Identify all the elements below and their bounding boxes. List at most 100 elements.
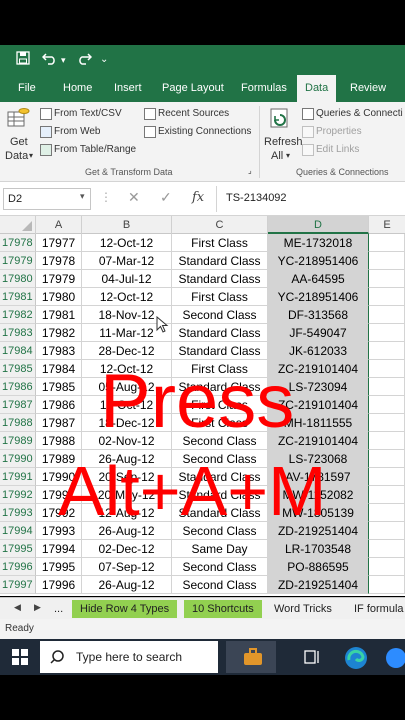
zoom-app-icon[interactable] — [386, 648, 405, 668]
windows-start-icon[interactable] — [12, 649, 28, 670]
row-header[interactable]: 17990 — [0, 450, 36, 468]
dialog-launcher-icon[interactable]: ⌟ — [248, 166, 252, 175]
cell-c[interactable]: Standard Class — [172, 252, 268, 270]
name-box[interactable]: D2 — [3, 188, 91, 210]
enter-icon[interactable]: ✓ — [160, 189, 172, 206]
cell-a[interactable]: 17988 — [36, 432, 82, 450]
edit-links-button[interactable]: Edit Links — [316, 144, 359, 155]
cell-c[interactable]: First Class — [172, 288, 268, 306]
row-header[interactable]: 17989 — [0, 432, 36, 450]
cell-e[interactable] — [369, 558, 405, 576]
sheet-tab-word-tricks[interactable]: Word Tricks — [266, 600, 340, 618]
cell-e[interactable] — [369, 450, 405, 468]
cell-a[interactable]: 17984 — [36, 360, 82, 378]
cell-e[interactable] — [369, 234, 405, 252]
sheet-tab-if-formula[interactable]: IF formula — [346, 600, 405, 618]
cell-e[interactable] — [369, 414, 405, 432]
cell-c[interactable]: Second Class — [172, 558, 268, 576]
cell-c[interactable]: Second Class — [172, 576, 268, 594]
cell-d[interactable]: YC-218951406 — [268, 252, 369, 270]
insert-function-icon[interactable]: fx — [192, 190, 204, 205]
cell-a[interactable]: 17977 — [36, 234, 82, 252]
row-header[interactable]: 17978 — [0, 234, 36, 252]
tab-data[interactable]: Data — [297, 75, 337, 102]
cell-e[interactable] — [369, 270, 405, 288]
cell-d[interactable]: ME-1732018 — [268, 234, 369, 252]
cell-a[interactable]: 17980 — [36, 288, 82, 306]
refresh-all-icon[interactable] — [268, 106, 292, 135]
get-data-dropdown-icon[interactable]: ▾ — [29, 151, 33, 160]
cell-b[interactable]: 26-Aug-12 — [82, 576, 172, 594]
cell-d[interactable]: DF-313568 — [268, 306, 369, 324]
cell-a[interactable]: 17981 — [36, 306, 82, 324]
cell-c[interactable]: First Class — [172, 234, 268, 252]
cell-a[interactable]: 17985 — [36, 378, 82, 396]
cell-a[interactable]: 17995 — [36, 558, 82, 576]
cell-d[interactable]: ZD-219251404 — [268, 576, 369, 594]
cell-b[interactable]: 02-Dec-12 — [82, 540, 172, 558]
cell-d[interactable]: AA-64595 — [268, 270, 369, 288]
cell-e[interactable] — [369, 360, 405, 378]
taskbar-app-slot[interactable] — [226, 641, 276, 673]
cell-b[interactable]: 12-Oct-12 — [82, 234, 172, 252]
task-view-icon[interactable] — [304, 649, 320, 670]
select-all-corner[interactable] — [0, 216, 36, 234]
row-header[interactable]: 17986 — [0, 378, 36, 396]
redo-icon[interactable] — [76, 51, 93, 69]
get-data-label[interactable]: Data — [5, 150, 28, 162]
properties-button[interactable]: Properties — [316, 126, 362, 137]
from-table-range-button[interactable]: From Table/Range — [54, 144, 136, 155]
cell-e[interactable] — [369, 378, 405, 396]
column-header-c[interactable]: C — [172, 216, 268, 234]
column-header-b[interactable]: B — [82, 216, 172, 234]
cell-d[interactable]: PO-886595 — [268, 558, 369, 576]
formula-input[interactable]: TS-2134092 — [226, 192, 287, 204]
tab-home[interactable]: Home — [63, 75, 92, 102]
row-header[interactable]: 17979 — [0, 252, 36, 270]
cell-e[interactable] — [369, 504, 405, 522]
row-header[interactable]: 17993 — [0, 504, 36, 522]
cell-a[interactable]: 17982 — [36, 324, 82, 342]
cell-c[interactable]: Standard Class — [172, 342, 268, 360]
cell-e[interactable] — [369, 522, 405, 540]
cell-e[interactable] — [369, 432, 405, 450]
row-header[interactable]: 17992 — [0, 486, 36, 504]
cell-c[interactable]: Standard Class — [172, 270, 268, 288]
sheet-tab-10-shortcuts[interactable]: 10 Shortcuts — [184, 600, 262, 618]
cell-e[interactable] — [369, 486, 405, 504]
cell-d[interactable]: JK-612033 — [268, 342, 369, 360]
recent-sources-button[interactable]: Recent Sources — [158, 108, 229, 119]
cell-c[interactable]: Second Class — [172, 306, 268, 324]
cell-c[interactable]: Standard Class — [172, 324, 268, 342]
cell-d[interactable]: LR-1703548 — [268, 540, 369, 558]
taskbar-search-box[interactable]: Type here to search — [40, 641, 218, 673]
get-data-icon[interactable] — [6, 106, 30, 133]
cell-a[interactable]: 17979 — [36, 270, 82, 288]
cancel-icon[interactable]: ✕ — [128, 189, 140, 206]
cell-e[interactable] — [369, 540, 405, 558]
row-header[interactable]: 17983 — [0, 324, 36, 342]
column-header-e[interactable]: E — [369, 216, 405, 234]
row-header[interactable]: 17997 — [0, 576, 36, 594]
cell-d[interactable]: JF-549047 — [268, 324, 369, 342]
row-header[interactable]: 17988 — [0, 414, 36, 432]
cell-e[interactable] — [369, 396, 405, 414]
cell-e[interactable] — [369, 306, 405, 324]
refresh-button[interactable]: Refresh — [264, 136, 303, 148]
refresh-dropdown-icon[interactable]: ▾ — [286, 151, 290, 160]
from-web-button[interactable]: From Web — [54, 126, 101, 137]
cell-c[interactable]: Same Day — [172, 540, 268, 558]
row-header[interactable]: 17985 — [0, 360, 36, 378]
undo-dropdown-icon[interactable]: ▾ — [61, 51, 66, 69]
tab-insert[interactable]: Insert — [114, 75, 142, 102]
customize-qat-icon[interactable]: ⌄ — [100, 51, 108, 69]
row-header[interactable]: 17996 — [0, 558, 36, 576]
sheet-tab-hide-row[interactable]: Hide Row 4 Types — [72, 600, 178, 618]
name-box-dropdown-icon[interactable]: ▾ — [80, 191, 85, 202]
more-sheets-button[interactable]: ... — [46, 600, 71, 618]
row-header[interactable]: 17987 — [0, 396, 36, 414]
row-header[interactable]: 17994 — [0, 522, 36, 540]
cell-a[interactable]: 17996 — [36, 576, 82, 594]
next-sheet-icon[interactable]: ▶ — [34, 602, 41, 613]
cell-e[interactable] — [369, 342, 405, 360]
